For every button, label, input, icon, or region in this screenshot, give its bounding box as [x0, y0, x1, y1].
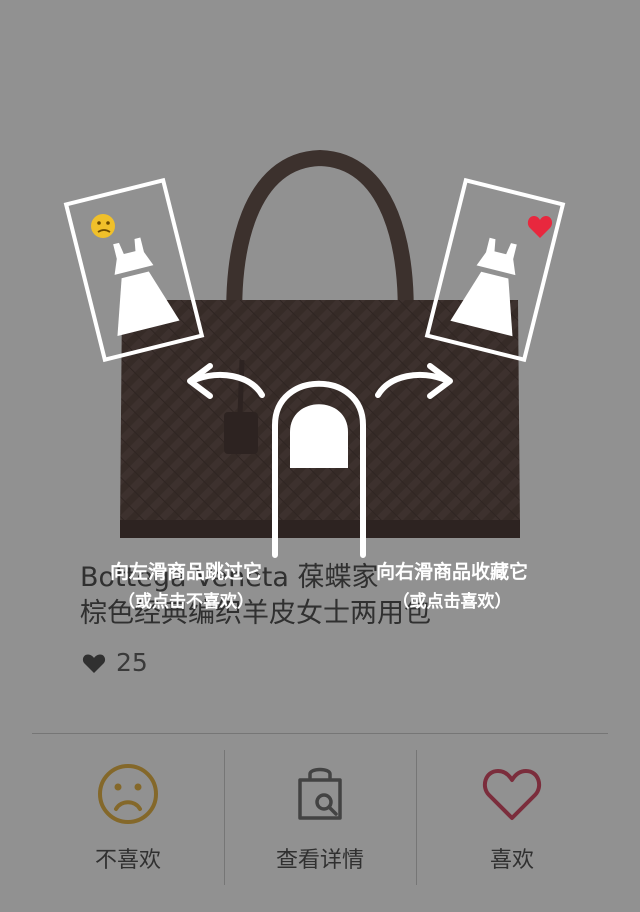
swipe-right-hint: 向右滑商品收藏它 （或点击喜欢）	[332, 557, 572, 617]
swipe-left-text: 向左滑商品跳过它	[109, 561, 262, 583]
swipe-left-hint: 向左滑商品跳过它 （或点击不喜欢）	[66, 557, 306, 617]
confused-face-icon	[91, 214, 115, 238]
swipe-right-text: 向右滑商品收藏它	[375, 561, 528, 583]
app-screen: Bottega Veneta 葆蝶家 棕色经典编织羊皮女士两用包 25 不喜欢	[0, 0, 640, 912]
red-heart-icon	[527, 216, 553, 238]
swipe-right-subtext: （或点击喜欢）	[392, 592, 512, 612]
swipe-left-subtext: （或点击不喜欢）	[118, 592, 254, 612]
swipe-guide-overlay[interactable]: 向左滑商品跳过它 （或点击不喜欢） 向右滑商品收藏它 （或点击喜欢）	[0, 0, 640, 912]
swipe-guide-art	[63, 177, 566, 558]
favorite-card-icon	[424, 177, 566, 363]
skip-card-icon	[63, 177, 205, 363]
